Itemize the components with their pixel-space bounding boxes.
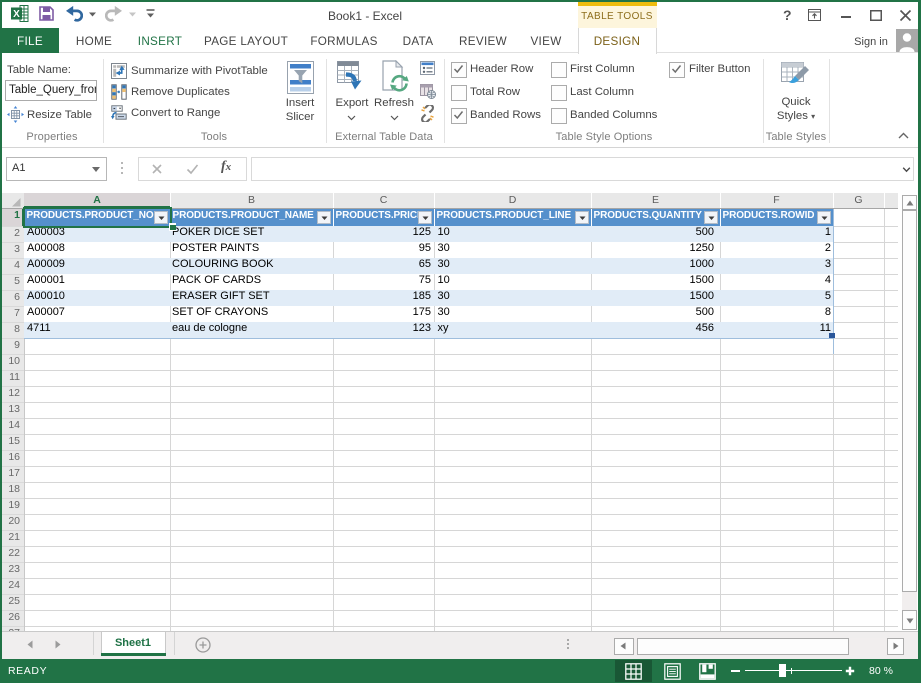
svg-text:X: X [13,9,20,20]
